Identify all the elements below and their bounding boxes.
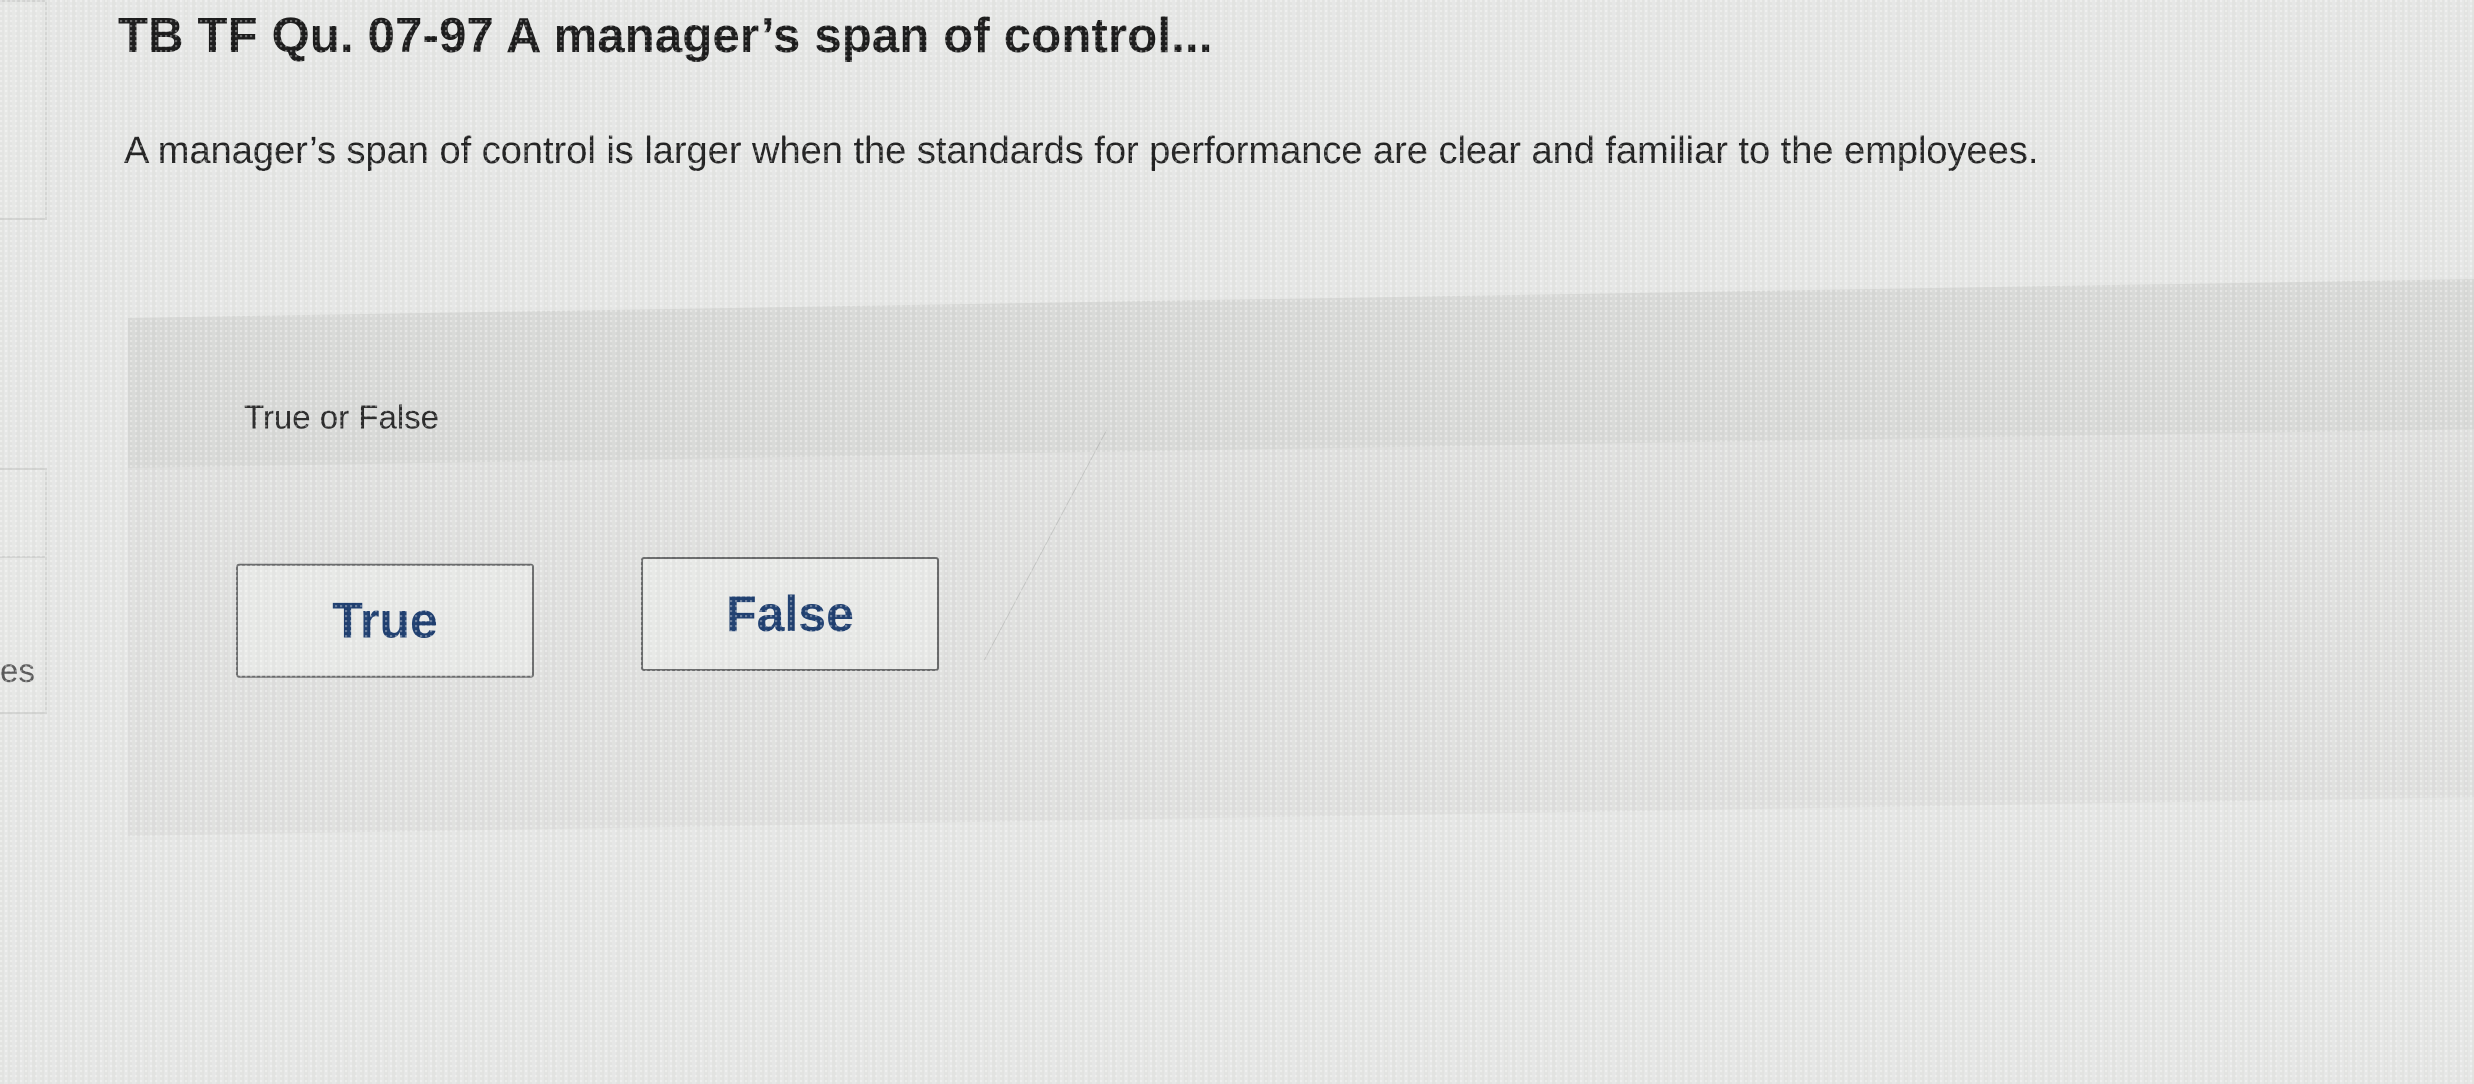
- answer-type-header: [128, 279, 2474, 468]
- true-button[interactable]: True: [236, 563, 534, 678]
- answer-type-label: True or False: [244, 398, 440, 436]
- sidebar-section-lower[interactable]: [0, 556, 47, 714]
- answer-panel: True or False True False: [128, 279, 2474, 837]
- sidebar-partial-label: es: [0, 652, 35, 689]
- question-prompt: A manager’s span of control is larger wh…: [124, 130, 2039, 172]
- question-title: TB TF Qu. 07-97 A manager’s span of cont…: [118, 9, 1213, 63]
- left-sidebar: es: [0, 0, 47, 720]
- sidebar-section-top[interactable]: [0, 0, 47, 220]
- sidebar-section-middle[interactable]: [0, 468, 47, 558]
- false-button[interactable]: False: [641, 557, 939, 672]
